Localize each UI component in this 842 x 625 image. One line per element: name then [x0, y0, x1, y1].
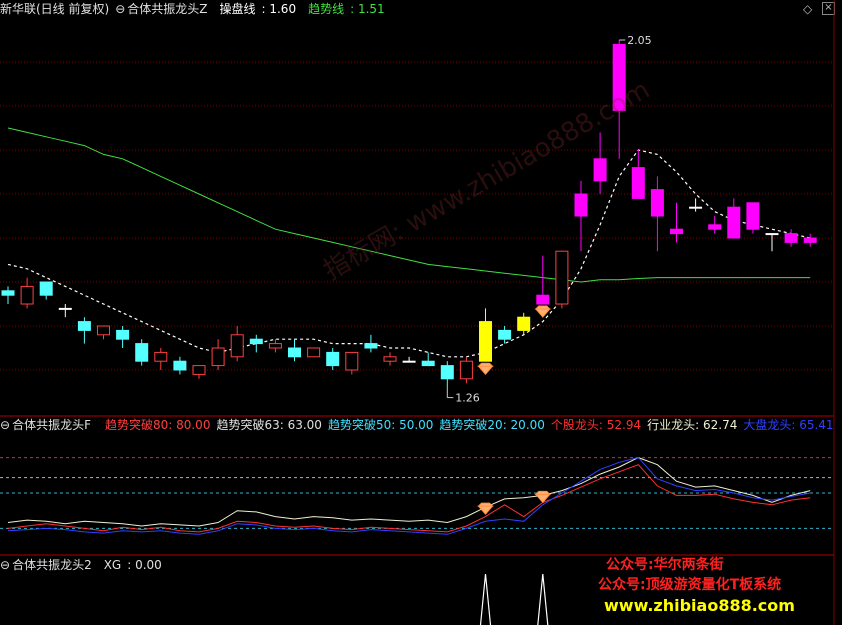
trend-line [7, 149, 811, 358]
industry-leader-line [7, 457, 811, 527]
candle-body [803, 237, 817, 243]
candle-body [784, 233, 798, 243]
candle-body [536, 294, 550, 305]
xg-spike [479, 573, 492, 625]
low-price-label: 1.26 [455, 392, 480, 405]
sub1-legend-item: 行业龙头: 62.74 [647, 418, 738, 432]
candle-body [77, 321, 91, 331]
candle-body [402, 360, 416, 363]
sub1-legend-item: 大盘龙头: 65.41 [743, 418, 834, 432]
candle-body [612, 43, 626, 111]
candle-body [650, 189, 664, 217]
candle-body [39, 281, 53, 296]
candle-body [574, 193, 588, 217]
candle-body [479, 321, 492, 362]
candle-body [288, 347, 301, 358]
market-leader-line [7, 457, 811, 535]
sub2-indicator-name: ⊖ 合体共振龙头2 [0, 558, 92, 572]
candle-body [765, 233, 779, 236]
candle-body [459, 360, 473, 380]
sub1-indicator-name: ⊖ 合体共振龙头F [0, 418, 91, 432]
xg-spike [537, 573, 549, 625]
ma-line [7, 127, 811, 283]
candle-body [1, 290, 15, 296]
candle-body [383, 356, 397, 362]
sub1-legend-item: 趋势突破20: 20.00 [439, 418, 545, 432]
candle-body [631, 167, 645, 199]
candle-body [708, 224, 722, 230]
candle-body [268, 343, 282, 349]
sub1-legend-item: 趋势突破63: 63.00 [216, 418, 322, 432]
candle-body [211, 347, 225, 367]
candle-body [135, 343, 149, 362]
candle-body [192, 365, 206, 375]
candle-body [249, 338, 263, 345]
candle-body [345, 351, 359, 371]
ad-line-1: 公众号:华尔两条街 [606, 557, 724, 573]
candle-body [97, 325, 110, 336]
candle-body [555, 250, 569, 305]
diamond-marker [477, 502, 494, 515]
sub2-header: ⊖ 合体共振龙头2 XG: 0.00 [0, 556, 174, 574]
high-price-label: 2.05 [627, 34, 652, 47]
candle-body [440, 365, 454, 380]
collapse-icon[interactable]: ⊖ [0, 558, 10, 572]
ad-line-3: www.zhibiao888.com [604, 596, 795, 615]
candle-body [593, 158, 607, 182]
candle-body [517, 316, 531, 331]
candle-body [307, 347, 321, 358]
kline-chart: 2.05 1.26 [0, 0, 835, 625]
xg-label: XG: 0.00 [103, 558, 162, 572]
candle-body [58, 307, 72, 310]
ad-line-2: 公众号:顶级游资量化T板系统 [598, 577, 782, 593]
candle-body [689, 206, 703, 209]
diamond-marker [534, 305, 552, 318]
stock-leader-line [7, 464, 811, 533]
collapse-icon[interactable]: ⊖ [0, 418, 10, 432]
candle-body [326, 351, 340, 367]
ad-block: 公众号:华尔两条街 公众号:顶级游资量化T板系统 www.zhibiao888.… [598, 555, 838, 617]
candle-body [230, 334, 244, 358]
candle-body [116, 329, 130, 340]
candle-body [20, 285, 34, 305]
candle-body [727, 206, 741, 239]
sub1-legend-item: 趋势突破80: 80.00 [104, 418, 211, 432]
sub1-header: ⊖ 合体共振龙头F 趋势突破80: 80.00 趋势突破63: 63.00 趋势突破5… [0, 416, 842, 434]
candle-body [498, 329, 512, 340]
sub1-legend: 趋势突破80: 80.00 趋势突破63: 63.00 趋势突破50: 50.00 趋… [105, 416, 840, 434]
candle-body [421, 360, 435, 367]
candle-body [364, 343, 378, 349]
candle-body [746, 202, 760, 230]
candle-body [154, 351, 168, 362]
sub1-legend-item: 个股龙头: 52.94 [550, 418, 642, 432]
candle-body [670, 228, 683, 235]
candle-body [173, 360, 187, 371]
sub1-legend-item: 趋势突破50: 50.00 [327, 418, 434, 432]
diamond-marker [477, 362, 494, 375]
